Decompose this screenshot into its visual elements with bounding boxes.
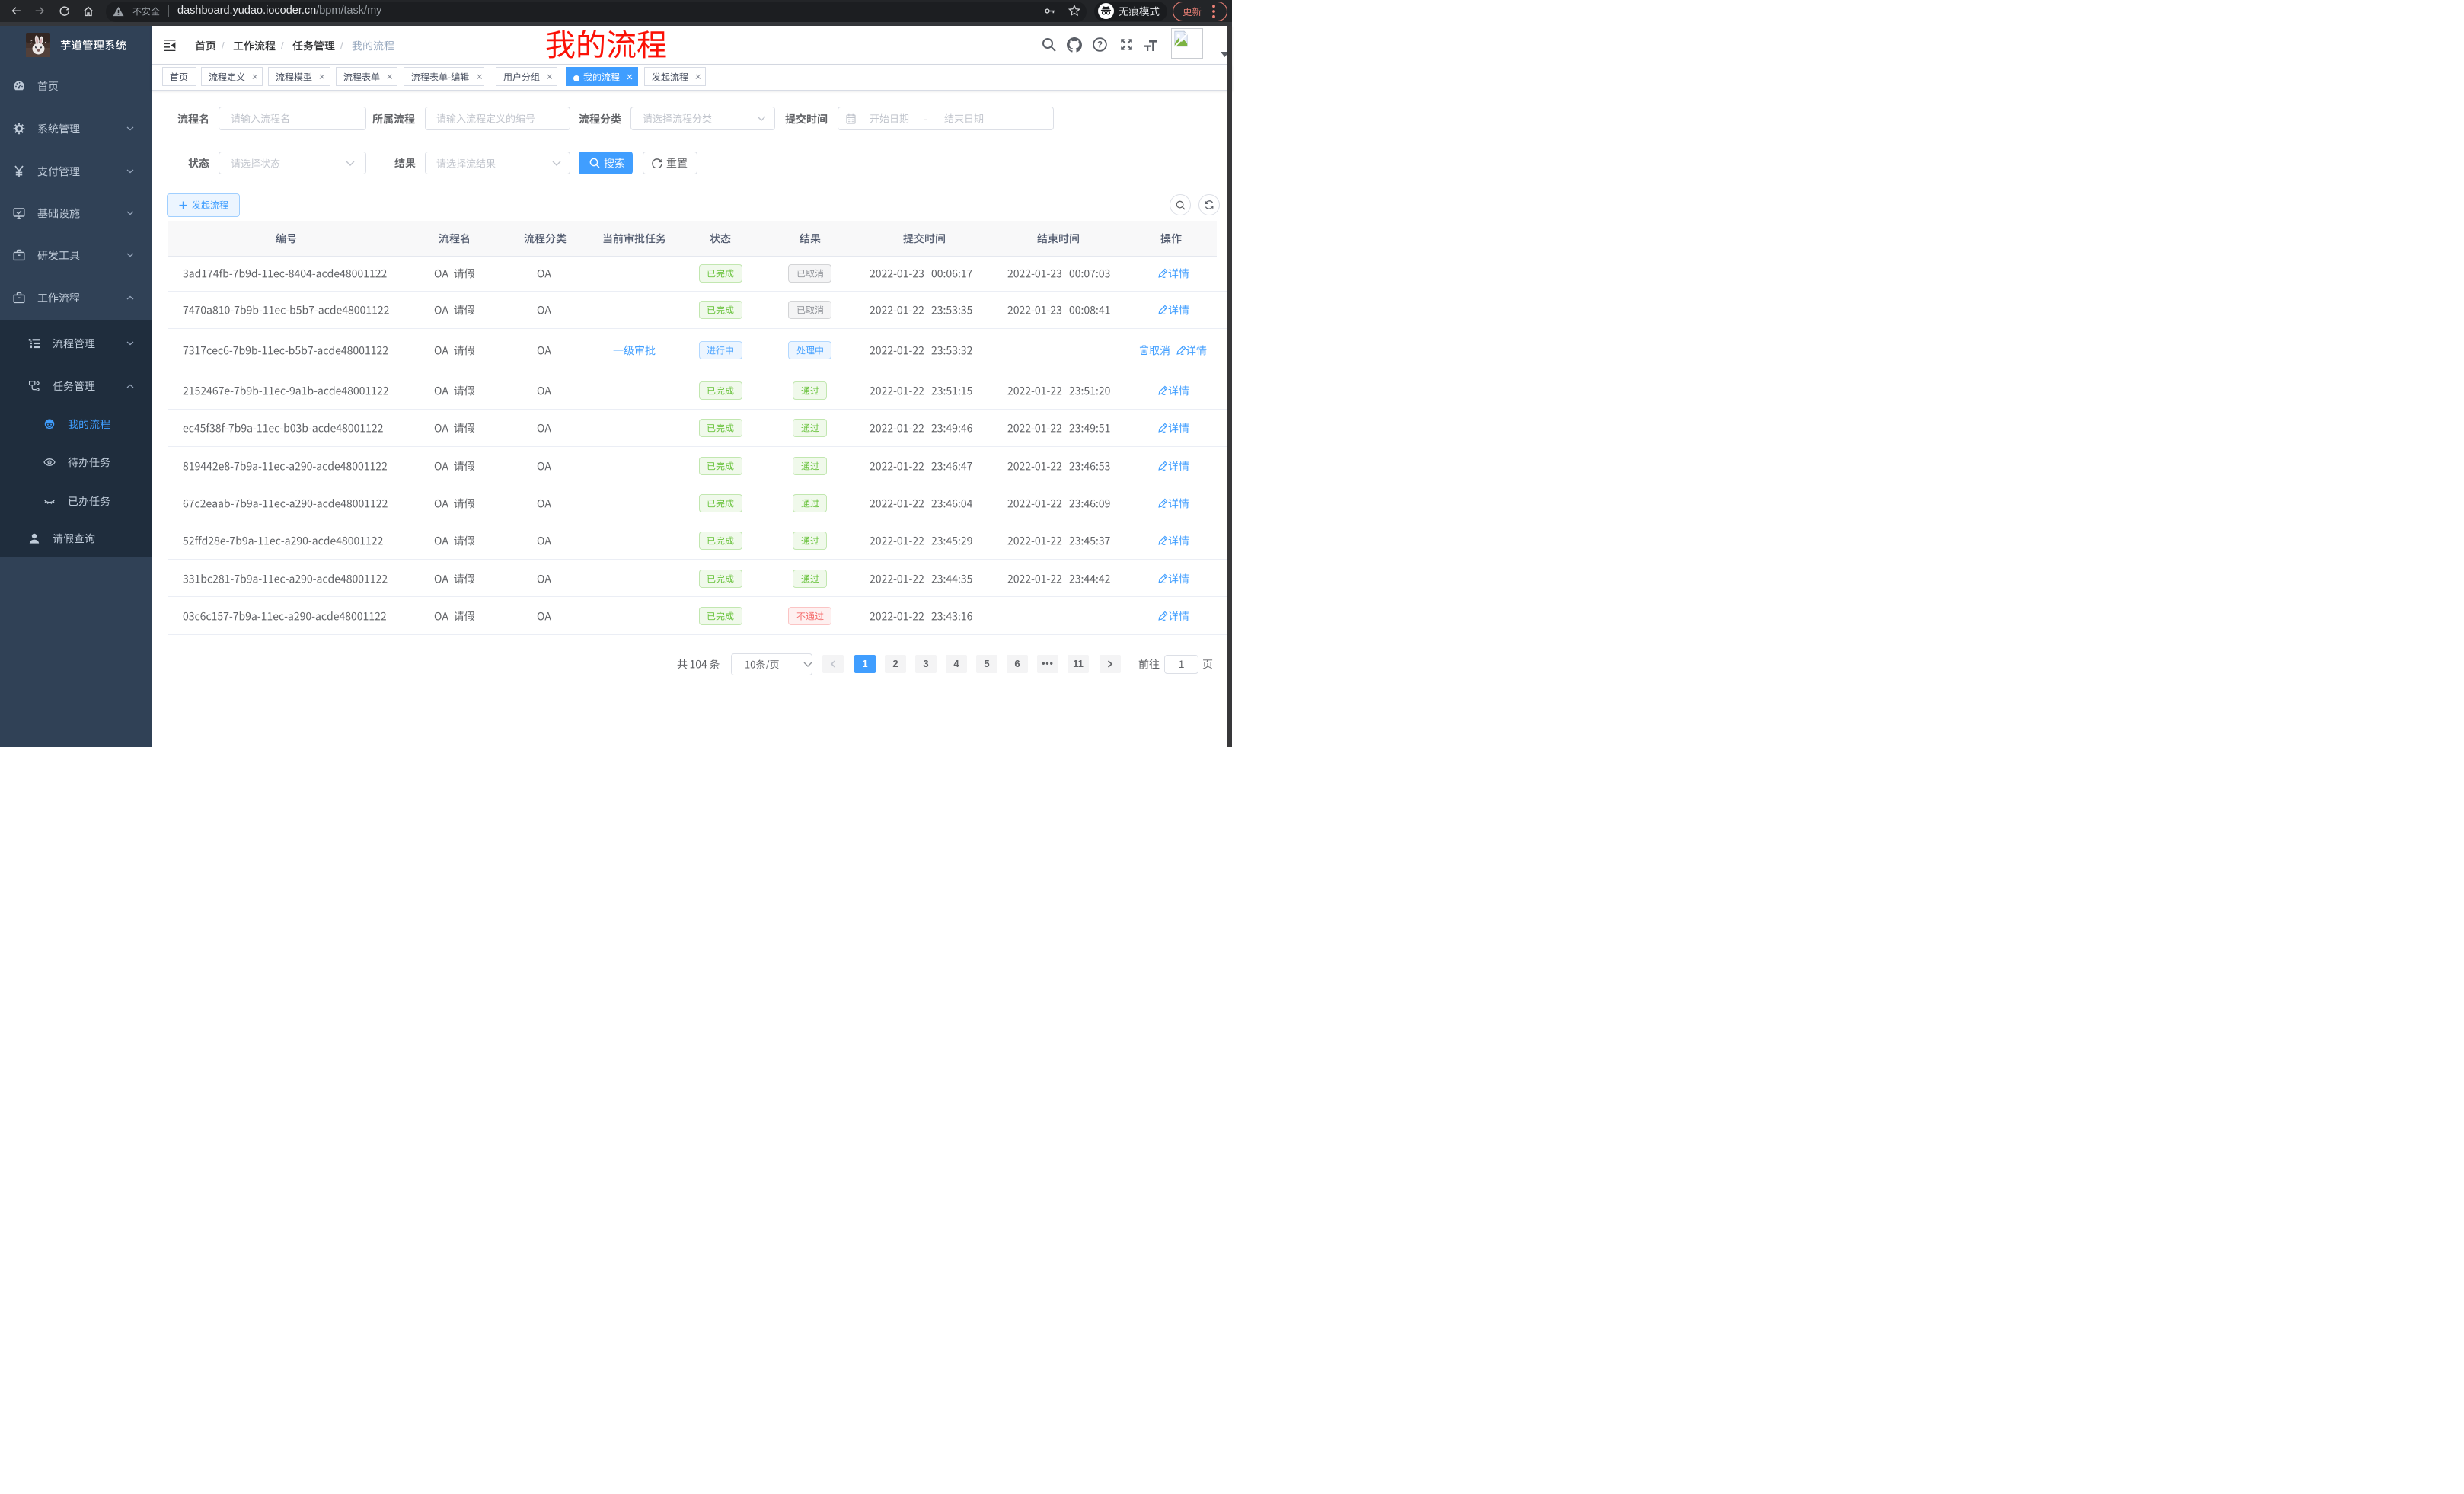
svg-text:?: ? bbox=[1096, 41, 1102, 50]
